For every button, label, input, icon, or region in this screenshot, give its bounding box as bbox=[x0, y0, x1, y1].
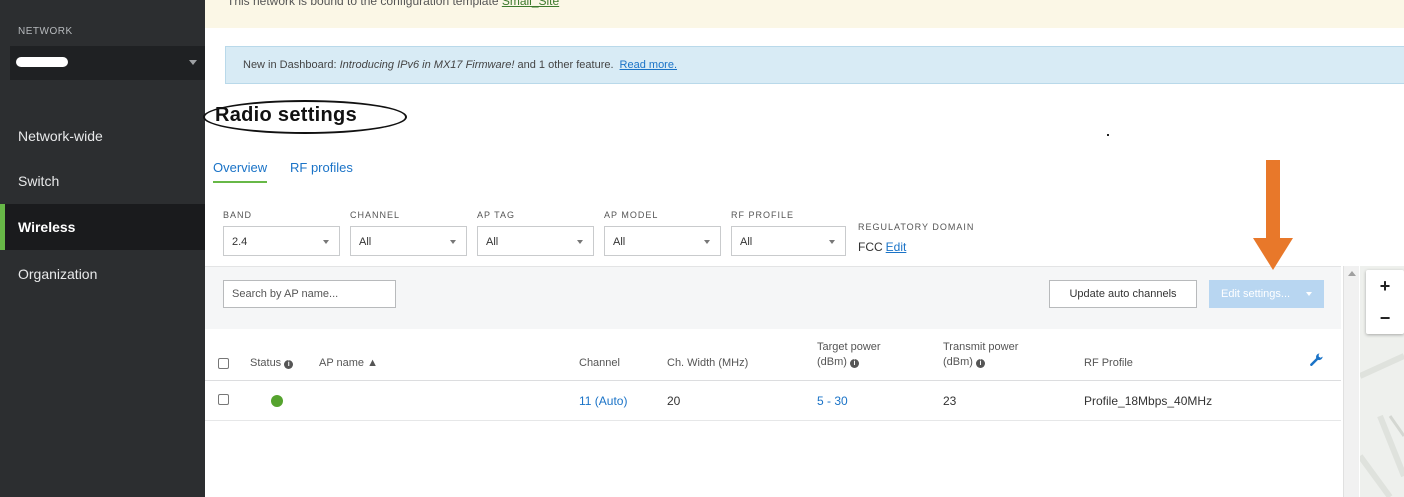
ap-tag-select[interactable]: All bbox=[477, 226, 594, 256]
select-all-checkbox[interactable] bbox=[218, 358, 229, 369]
regulatory-domain-value: FCC Edit bbox=[858, 240, 906, 254]
channel-label: CHANNEL bbox=[350, 210, 401, 220]
ap-model-select[interactable]: All bbox=[604, 226, 721, 256]
target-power-header-line1: Target power bbox=[817, 341, 881, 353]
target-power-header[interactable]: Target power (dBm) i bbox=[817, 341, 881, 368]
table-scrollbar[interactable] bbox=[1343, 266, 1359, 497]
status-header[interactable]: Status i bbox=[250, 357, 294, 369]
sidebar-item-network-wide[interactable]: Network-wide bbox=[0, 113, 205, 159]
target-power-cell[interactable]: 5 - 30 bbox=[817, 394, 848, 408]
template-banner-text: This network is bound to the configurati… bbox=[227, 0, 502, 8]
chevron-down-icon bbox=[829, 240, 835, 244]
chevron-down-icon bbox=[1306, 292, 1312, 296]
scroll-up-icon[interactable] bbox=[1348, 271, 1356, 276]
stray-dot bbox=[1107, 134, 1109, 136]
channel-cell[interactable]: 11 (Auto) bbox=[579, 394, 627, 408]
tab-overview[interactable]: Overview bbox=[213, 160, 268, 183]
sidebar-item-wireless[interactable]: Wireless bbox=[0, 204, 205, 250]
info-banner: New in Dashboard: Introducing IPv6 in MX… bbox=[225, 46, 1404, 84]
info-icon: i bbox=[976, 359, 986, 368]
sidebar-item-organization[interactable]: Organization bbox=[0, 251, 205, 297]
chevron-down-icon bbox=[577, 240, 583, 244]
edit-settings-button[interactable]: Edit settings... bbox=[1209, 280, 1324, 308]
rf-profile-header[interactable]: RF Profile bbox=[1084, 357, 1133, 369]
table-row-divider bbox=[205, 420, 1341, 421]
table-header-divider bbox=[205, 380, 1341, 381]
regulatory-domain-label: REGULATORY DOMAIN bbox=[858, 222, 975, 232]
map-zoom-control: + − bbox=[1366, 270, 1404, 334]
chevron-down-icon bbox=[189, 60, 197, 65]
search-input[interactable] bbox=[223, 280, 396, 308]
update-auto-channels-button[interactable]: Update auto channels bbox=[1049, 280, 1197, 308]
chevron-down-icon bbox=[323, 240, 329, 244]
status-header-label: Status bbox=[250, 357, 282, 369]
template-link[interactable]: Small_Site bbox=[502, 0, 559, 8]
tab-rf-profiles[interactable]: RF profiles bbox=[290, 160, 353, 175]
template-banner: This network is bound to the configurati… bbox=[205, 0, 1404, 28]
ch-width-header[interactable]: Ch. Width (MHz) bbox=[667, 357, 748, 369]
channel-select[interactable]: All bbox=[350, 226, 467, 256]
network-name-redacted bbox=[16, 57, 68, 67]
sidebar: NETWORK Network-wide Switch Wireless Org… bbox=[0, 0, 205, 497]
edit-settings-label: Edit settings... bbox=[1221, 288, 1291, 300]
band-select[interactable]: 2.4 bbox=[223, 226, 340, 256]
sidebar-item-switch[interactable]: Switch bbox=[0, 158, 205, 204]
network-selector[interactable] bbox=[10, 46, 205, 80]
info-banner-prefix: New in Dashboard: bbox=[243, 59, 340, 71]
rf-profile-cell: Profile_18Mbps_40MHz bbox=[1084, 394, 1213, 408]
ap-tag-label: AP TAG bbox=[477, 210, 516, 220]
info-icon: i bbox=[284, 360, 294, 369]
info-banner-highlight: Introducing IPv6 in MX17 Firmware! bbox=[339, 59, 515, 71]
band-value: 2.4 bbox=[232, 236, 248, 248]
transmit-power-header-line2: (dBm) bbox=[943, 356, 973, 368]
rf-profile-label: RF PROFILE bbox=[731, 210, 795, 220]
ap-model-value: All bbox=[613, 236, 626, 248]
network-label: NETWORK bbox=[18, 26, 73, 37]
page-title: Radio settings bbox=[215, 104, 357, 126]
channel-value: All bbox=[359, 236, 372, 248]
row-checkbox[interactable] bbox=[218, 394, 229, 405]
transmit-power-header[interactable]: Transmit power (dBm) i bbox=[943, 341, 1018, 368]
wrench-icon[interactable] bbox=[1308, 352, 1324, 368]
info-icon: i bbox=[850, 359, 860, 368]
read-more-link[interactable]: Read more. bbox=[620, 59, 677, 71]
regulatory-edit-link[interactable]: Edit bbox=[886, 240, 907, 254]
band-label: BAND bbox=[223, 210, 253, 220]
chevron-down-icon bbox=[704, 240, 710, 244]
ap-name-header[interactable]: AP name ▲ bbox=[319, 357, 378, 369]
chevron-down-icon bbox=[450, 240, 456, 244]
transmit-power-header-line1: Transmit power bbox=[943, 341, 1019, 353]
ap-tag-value: All bbox=[486, 236, 499, 248]
rf-profile-select[interactable]: All bbox=[731, 226, 846, 256]
status-online-indicator bbox=[271, 395, 283, 407]
channel-header[interactable]: Channel bbox=[579, 357, 620, 369]
ap-model-label: AP MODEL bbox=[604, 210, 659, 220]
rf-profile-value: All bbox=[740, 236, 753, 248]
regulatory-domain-code: FCC bbox=[858, 240, 883, 254]
target-power-header-line2: (dBm) bbox=[817, 356, 847, 368]
transmit-power-cell: 23 bbox=[943, 394, 957, 408]
zoom-out-button[interactable]: − bbox=[1366, 302, 1404, 334]
info-banner-suffix: and 1 other feature. bbox=[514, 59, 614, 71]
zoom-in-button[interactable]: + bbox=[1366, 270, 1404, 302]
ch-width-cell: 20 bbox=[667, 394, 681, 408]
annotation-arrow-icon bbox=[1253, 160, 1293, 270]
